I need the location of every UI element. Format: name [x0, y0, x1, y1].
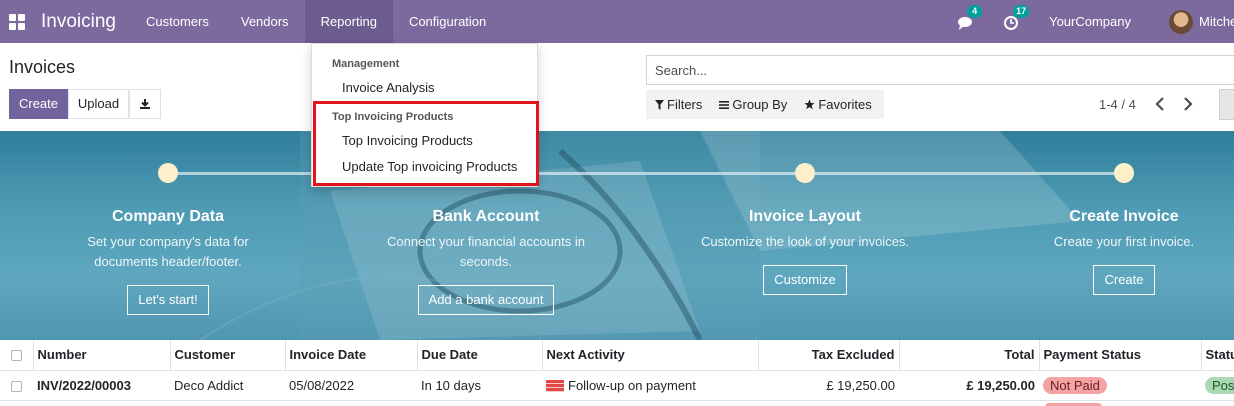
step-create-invoice: Create Invoice Create your first invoice… [994, 163, 1234, 295]
download-button[interactable] [129, 89, 161, 119]
activities-systray[interactable]: 17 [1003, 4, 1030, 32]
menu-vendors[interactable]: Vendors [225, 0, 305, 43]
groupby-button[interactable]: Group By [719, 97, 787, 112]
app-brand[interactable]: Invoicing [41, 11, 116, 33]
status-cell: Posted [1201, 370, 1234, 401]
messages-badge: 4 [967, 4, 983, 18]
column-header[interactable]: Customer [170, 340, 286, 371]
create-invoice-button[interactable]: Create [1093, 265, 1155, 295]
menu-reporting[interactable]: Reporting [304, 0, 393, 43]
menu-invoice-analysis[interactable]: Invoice Analysis [342, 80, 435, 95]
company-switcher[interactable]: YourCompany [1049, 14, 1131, 29]
add-bank-account-button[interactable]: Add a bank account [417, 285, 555, 315]
invoice-number: INV/2022/00003 [33, 370, 170, 401]
select-all-checkbox[interactable] [10, 350, 22, 362]
menu-configuration[interactable]: Configuration [393, 0, 502, 43]
payment-status-cell: Not Paid [1039, 370, 1201, 401]
column-header[interactable]: Next Activity [542, 340, 759, 371]
payment-status-badge: Not Paid [1043, 376, 1107, 394]
chevron-left-icon[interactable] [1155, 97, 1165, 111]
dropdown-section-header: Management [332, 58, 400, 70]
step-company-data: Company Data Set your company's data for… [38, 163, 298, 315]
activity-icon[interactable] [546, 380, 564, 393]
top-navbar: Invoicing Customers Vendors Reporting Co… [0, 0, 1234, 43]
column-header[interactable]: Total [899, 340, 1040, 371]
column-header[interactable]: Invoice Date [285, 340, 418, 371]
column-header[interactable]: Status [1201, 340, 1234, 371]
step-title: Bank Account [432, 208, 540, 225]
step-dot [1114, 163, 1134, 183]
groupby-label: Group By [732, 97, 788, 112]
status-badge: Posted [1205, 376, 1234, 394]
column-header[interactable]: Number [33, 340, 171, 371]
row-select-cell[interactable] [0, 370, 33, 401]
pager-value[interactable]: 1-4 / 4 [1099, 97, 1136, 112]
step-dot [795, 163, 815, 183]
activities-badge: 17 [1013, 4, 1030, 18]
onboarding-banner: Company Data Set your company's data for… [0, 131, 1234, 340]
filters-label: Filters [667, 97, 703, 112]
lets-start-button[interactable]: Let's start! [127, 285, 209, 315]
table-row[interactable]: INV/2022/00003 Deco Addict 05/08/2022 In… [0, 370, 1234, 401]
column-header[interactable]: Payment Status [1039, 340, 1202, 371]
user-avatar[interactable] [1169, 9, 1193, 34]
step-description: Create your first invoice. [1053, 234, 1195, 249]
select-all-cell[interactable] [0, 340, 34, 371]
step-title: Create Invoice [1069, 208, 1179, 225]
chevron-right-icon[interactable] [1183, 97, 1193, 111]
due-date-cell: In 10 days [417, 370, 542, 401]
next-activity-cell[interactable]: Follow-up on payment [542, 370, 758, 401]
invoice-list-table: Number Customer Invoice Date Due Date Ne… [0, 340, 1234, 401]
upload-button[interactable]: Upload [68, 89, 129, 119]
star-icon [804, 99, 815, 110]
invoice-date-cell: 05/08/2022 [285, 370, 417, 401]
total-cell: £ 19,250.00 [899, 370, 1039, 401]
step-title: Company Data [111, 208, 225, 225]
search-options-bar: Filters Group By Favorites [646, 90, 884, 119]
filters-button[interactable]: Filters [655, 97, 702, 112]
download-icon [140, 99, 150, 109]
column-header[interactable]: Tax Excluded [758, 340, 900, 371]
messages-systray[interactable]: 4 [957, 4, 983, 32]
step-description: Connect your financial accounts in secon… [386, 234, 585, 269]
customize-button[interactable]: Customize [763, 265, 847, 295]
table-header-row: Number Customer Invoice Date Due Date Ne… [0, 340, 1234, 371]
highlight-box [313, 101, 539, 186]
activity-label: Follow-up on payment [568, 377, 696, 393]
apps-menu-icon[interactable] [9, 13, 25, 30]
step-invoice-layout: Invoice Layout Customize the look of you… [675, 163, 935, 295]
step-dot [158, 163, 178, 183]
funnel-icon [655, 99, 664, 110]
favorites-label: Favorites [818, 97, 872, 112]
step-description: Set your company's data for documents he… [87, 234, 249, 269]
menu-customers[interactable]: Customers [130, 0, 225, 43]
customer-cell: Deco Addict [170, 370, 285, 401]
favorites-button[interactable]: Favorites [804, 97, 872, 112]
list-view-switch[interactable] [1219, 89, 1234, 120]
user-menu[interactable]: Mitchell Admin [1199, 14, 1234, 29]
create-button[interactable]: Create [9, 89, 68, 119]
search-input[interactable] [646, 55, 1234, 85]
tax-excluded-cell: £ 19,250.00 [758, 370, 899, 401]
column-header[interactable]: Due Date [417, 340, 543, 371]
navbar-systray: 4 17 YourCompany Mitchell Admin [957, 0, 1234, 43]
page-title: Invoices [9, 57, 76, 77]
list-icon [719, 100, 730, 109]
row-checkbox[interactable] [11, 380, 22, 392]
step-description: Customize the look of your invoices. [700, 234, 910, 249]
step-title: Invoice Layout [748, 208, 862, 225]
